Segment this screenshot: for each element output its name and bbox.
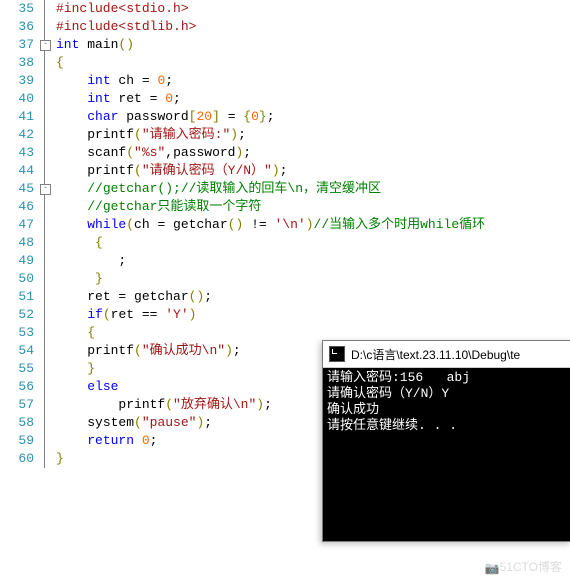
header: <stdio.h> bbox=[118, 1, 188, 16]
line-number: 45 bbox=[0, 180, 34, 198]
line-number: 50 bbox=[0, 270, 34, 288]
line-number: 56 bbox=[0, 378, 34, 396]
preproc: #include bbox=[56, 1, 118, 16]
line-number: 51 bbox=[0, 288, 34, 306]
line-number: 59 bbox=[0, 432, 34, 450]
line-number: 37 bbox=[0, 36, 34, 54]
fold-box-main[interactable]: - bbox=[40, 40, 51, 51]
console-titlebar[interactable]: D:\c语言\text.23.11.10\Debug\te bbox=[323, 341, 570, 368]
line-number: 36 bbox=[0, 18, 34, 36]
console-output: 请输入密码:156 abj 请确认密码（Y/N）Y 确认成功 请按任意键继续. … bbox=[323, 368, 570, 436]
line-number: 42 bbox=[0, 126, 34, 144]
line-number: 43 bbox=[0, 144, 34, 162]
line-number: 52 bbox=[0, 306, 34, 324]
line-number: 48 bbox=[0, 234, 34, 252]
watermark-text: 📷51CTO博客 bbox=[485, 558, 562, 575]
console-title-text: D:\c语言\text.23.11.10\Debug\te bbox=[351, 346, 520, 363]
line-number: 35 bbox=[0, 0, 34, 18]
console-window[interactable]: D:\c语言\text.23.11.10\Debug\te 请输入密码:156 … bbox=[322, 340, 570, 542]
line-number: 54 bbox=[0, 342, 34, 360]
line-number: 41 bbox=[0, 108, 34, 126]
line-number: 60 bbox=[0, 450, 34, 468]
fold-box-comment[interactable]: - bbox=[40, 184, 51, 195]
line-number: 44 bbox=[0, 162, 34, 180]
line-number: 49 bbox=[0, 252, 34, 270]
line-number: 57 bbox=[0, 396, 34, 414]
fold-column: - - bbox=[38, 0, 52, 581]
line-number: 58 bbox=[0, 414, 34, 432]
line-number: 47 bbox=[0, 216, 34, 234]
line-number-gutter: 3536373839404142434445464748495051525354… bbox=[0, 0, 38, 581]
line-number: 40 bbox=[0, 90, 34, 108]
line-number: 46 bbox=[0, 198, 34, 216]
console-icon bbox=[329, 346, 345, 362]
line-number: 55 bbox=[0, 360, 34, 378]
line-number: 38 bbox=[0, 54, 34, 72]
line-number: 39 bbox=[0, 72, 34, 90]
line-number: 53 bbox=[0, 324, 34, 342]
